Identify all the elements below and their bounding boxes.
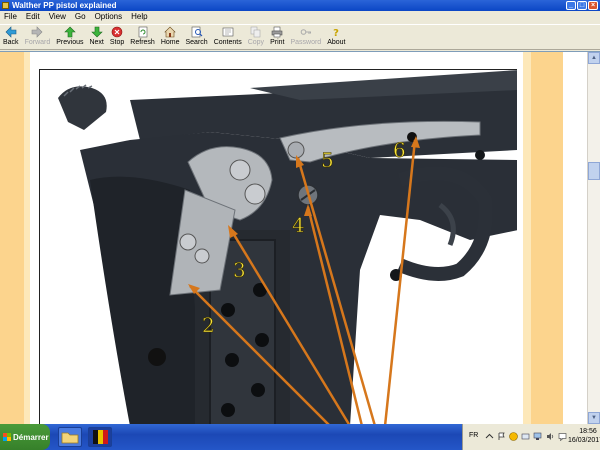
security-shield-icon[interactable]: [509, 432, 518, 441]
left-margin-band-light: [24, 52, 30, 425]
home-button[interactable]: Home: [158, 25, 183, 49]
menu-go[interactable]: Go: [75, 11, 86, 23]
print-icon: [271, 26, 283, 38]
home-label: Home: [160, 39, 180, 46]
maximize-button[interactable]: □: [577, 1, 587, 10]
callout-3: 3: [233, 258, 246, 282]
refresh-label: Refresh: [130, 39, 155, 46]
volume-icon[interactable]: [546, 432, 555, 441]
stop-button[interactable]: Stop: [107, 25, 127, 49]
refresh-icon: [138, 26, 147, 38]
copy-icon: [250, 26, 261, 38]
print-label: Print: [270, 39, 285, 46]
start-label: Démarrer: [13, 432, 49, 442]
clock-date[interactable]: 16/03/2017: [568, 436, 600, 445]
back-button[interactable]: Back: [0, 25, 22, 49]
taskbar: Démarrer FR 18:56 16/03/2017: [0, 424, 600, 450]
message-icon[interactable]: [558, 432, 567, 441]
scroll-up-button[interactable]: ▲: [588, 52, 600, 64]
app-window: Walther PP pistol explained _ □ × File E…: [0, 0, 600, 425]
home-icon: [164, 26, 176, 38]
title-bar[interactable]: Walther PP pistol explained _ □ ×: [0, 0, 600, 11]
contents-label: Contents: [213, 39, 242, 46]
right-margin-band-light: [523, 52, 531, 425]
system-tray: FR 18:56 16/03/2017: [462, 424, 600, 450]
search-button[interactable]: Search: [183, 25, 211, 49]
copy-label: Copy: [247, 39, 265, 46]
callout-5: 5: [321, 148, 334, 172]
vertical-scrollbar[interactable]: ▲ ▼: [587, 52, 600, 425]
help-book-icon: [93, 430, 108, 444]
power-icon[interactable]: [521, 432, 530, 441]
window-title: Walther PP pistol explained: [12, 1, 117, 10]
refresh-button[interactable]: Refresh: [127, 25, 158, 49]
menu-file[interactable]: File: [4, 11, 17, 23]
password-label: Password: [290, 39, 322, 46]
svg-text:?: ?: [333, 28, 339, 38]
menu-bar: File Edit View Go Options Help: [0, 11, 600, 23]
callout-6: 6: [393, 138, 406, 162]
right-margin-band: [531, 52, 563, 425]
toolbar: Back Forward Previous Next Stop Refresh …: [0, 24, 600, 50]
key-icon: [300, 29, 311, 35]
minimize-button[interactable]: _: [566, 1, 576, 10]
about-button[interactable]: ? About: [324, 25, 348, 49]
stop-icon: [111, 26, 123, 38]
taskbar-explorer-button[interactable]: [58, 427, 82, 447]
forward-label: Forward: [24, 39, 51, 46]
menu-view[interactable]: View: [49, 11, 66, 23]
app-icon: [2, 2, 9, 9]
forward-arrow-icon: [32, 26, 43, 38]
pistol-diagram-image: 2 3 4 5 6: [39, 69, 517, 425]
clock-time[interactable]: 18:56: [576, 427, 600, 436]
search-icon: [191, 26, 203, 38]
chevron-up-icon[interactable]: [485, 432, 494, 441]
about-icon: ?: [333, 28, 339, 38]
menu-help[interactable]: Help: [131, 11, 147, 23]
previous-button[interactable]: Previous: [53, 25, 86, 49]
help-content-pane: 2 3 4 5 6 ▲ ▼: [0, 51, 600, 425]
contents-icon: [222, 27, 234, 37]
window-controls: _ □ ×: [566, 1, 598, 10]
taskbar-help-viewer-button[interactable]: [88, 427, 112, 447]
stop-label: Stop: [109, 39, 125, 46]
down-arrow-icon: [90, 26, 103, 38]
menu-edit[interactable]: Edit: [26, 11, 40, 23]
back-label: Back: [3, 39, 19, 46]
scroll-thumb[interactable]: [588, 162, 600, 180]
next-label: Next: [89, 39, 104, 46]
contents-button[interactable]: Contents: [211, 25, 245, 49]
hammer-knob: [58, 84, 107, 130]
password-button[interactable]: Password: [287, 25, 324, 49]
flag-icon[interactable]: [497, 432, 506, 441]
left-margin-band: [0, 52, 24, 425]
callout-4: 4: [292, 213, 305, 237]
back-arrow-icon: [5, 26, 17, 38]
search-label: Search: [185, 39, 208, 46]
up-arrow-icon: [64, 26, 76, 38]
copy-button[interactable]: Copy: [245, 25, 267, 49]
network-icon[interactable]: [533, 432, 542, 441]
previous-label: Previous: [56, 39, 84, 46]
windows-logo-icon: [3, 433, 11, 441]
next-button[interactable]: Next: [86, 25, 106, 49]
forward-button[interactable]: Forward: [22, 25, 54, 49]
callout-2: 2: [202, 313, 215, 337]
scroll-down-button[interactable]: ▼: [588, 412, 600, 424]
language-indicator[interactable]: FR: [469, 432, 478, 439]
about-label: About: [327, 39, 346, 46]
print-button[interactable]: Print: [267, 25, 287, 49]
menu-options[interactable]: Options: [95, 11, 123, 23]
start-button[interactable]: Démarrer: [0, 424, 50, 450]
folder-icon: [61, 432, 79, 444]
close-button[interactable]: ×: [588, 1, 598, 10]
